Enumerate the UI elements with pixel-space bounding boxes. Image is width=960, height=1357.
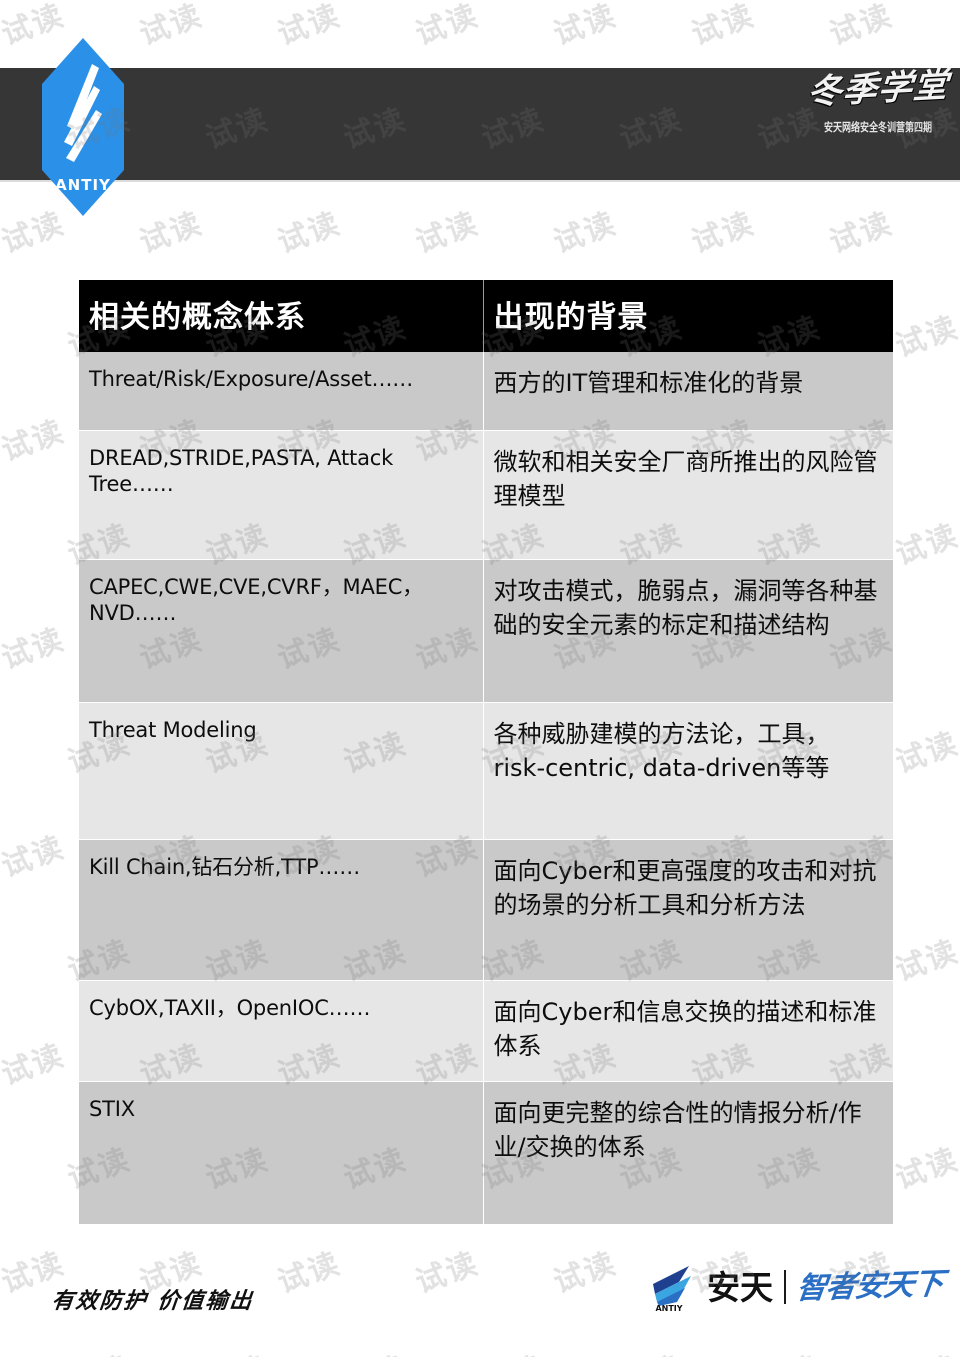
table-row: Threat Modeling 各种威胁建模的方法论，工具，risk-centr…	[79, 702, 893, 840]
watermark-text: 试读	[273, 1245, 346, 1301]
column-header-concept: 相关的概念体系	[79, 280, 484, 352]
watermark-text: 试读	[0, 1037, 70, 1093]
svg-text:ANTIY: ANTIY	[655, 1304, 682, 1312]
watermark-text: 试读	[687, 205, 760, 261]
watermark-text: 试读	[135, 0, 208, 53]
table-row: CAPEC,CWE,CVE,CVRF，MAEC，NVD…… 对攻击模式，脆弱点，…	[79, 559, 893, 703]
cell-concept: CAPEC,CWE,CVE,CVRF，MAEC，NVD……	[79, 559, 484, 703]
watermark-text: 试读	[336, 1342, 411, 1357]
watermark-text: 试读	[891, 309, 960, 365]
cell-concept: Threat/Risk/Exposure/Asset……	[79, 352, 484, 431]
cell-concept: Kill Chain,钻石分析,TTP……	[79, 839, 484, 981]
watermark-text: 试读	[549, 205, 622, 261]
watermark-text: 试读	[198, 1342, 273, 1357]
footer-slogan: 有效防护 价值输出	[50, 1288, 255, 1314]
watermark-text: 试读	[891, 517, 960, 573]
header-divider-rule	[0, 180, 960, 182]
watermark-text: 试读	[411, 1245, 484, 1301]
antiy-swoosh-icon: ANTIY	[653, 1266, 691, 1312]
watermark-text: 试读	[891, 725, 960, 781]
watermark-text: 试读	[60, 1342, 135, 1357]
cell-background: 面向Cyber和更高强度的攻击和对抗的场景的分析工具和分析方法	[483, 839, 893, 981]
watermark-text: 试读	[0, 621, 70, 677]
watermark-text: 试读	[891, 1141, 960, 1197]
watermark-text: 试读	[549, 0, 622, 53]
cell-background: 面向更完整的综合性的情报分析/作业/交换的体系	[483, 1081, 893, 1226]
watermark-text: 试读	[474, 1342, 549, 1357]
course-brand-mark: 冬季学堂 安天网络安全冬训营第四期	[806, 65, 950, 176]
watermark-text: 试读	[273, 205, 346, 261]
brand-tagline: 智者安天下	[794, 1266, 945, 1307]
watermark-text: 试读	[549, 1245, 622, 1301]
cell-background: 西方的IT管理和标准化的背景	[483, 352, 893, 431]
watermark-text: 试读	[273, 0, 346, 53]
watermark-text: 试读	[411, 205, 484, 261]
watermark-text: 试读	[825, 0, 898, 53]
watermark-text: 试读	[612, 1342, 687, 1357]
cell-concept: Threat Modeling	[79, 702, 484, 840]
watermark-text: 试读	[825, 205, 898, 261]
watermark-text: 试读	[687, 0, 760, 53]
watermark-text: 试读	[891, 933, 960, 989]
cell-background: 对攻击模式，脆弱点，漏洞等各种基础的安全元素的标定和描述结构	[483, 559, 893, 703]
cell-background: 微软和相关安全厂商所推出的风险管理模型	[483, 430, 893, 560]
brand-divider	[784, 1270, 786, 1304]
footer-brand-lockup: ANTIY 安天 智者安天下	[649, 1262, 945, 1312]
course-calligraphy-title: 冬季学堂	[805, 65, 951, 113]
table-row: Kill Chain,钻石分析,TTP…… 面向Cyber和更高强度的攻击和对抗…	[79, 839, 893, 981]
table-header-row: 相关的概念体系 出现的背景	[79, 280, 893, 352]
table-row: CybOX,TAXII，OpenIOC…… 面向Cyber和信息交换的描述和标准…	[79, 980, 893, 1083]
svg-text:ANTIY: ANTIY	[55, 176, 111, 194]
concept-system-table: 相关的概念体系 出现的背景 Threat/Risk/Exposure/Asset…	[79, 280, 893, 1226]
table-body: Threat/Risk/Exposure/Asset…… 西方的IT管理和标准化…	[79, 352, 893, 1226]
table-row: STIX 面向更完整的综合性的情报分析/作业/交换的体系	[79, 1081, 893, 1226]
watermark-text: 试读	[0, 413, 70, 469]
table-row: Threat/Risk/Exposure/Asset…… 西方的IT管理和标准化…	[79, 352, 893, 431]
cell-background: 面向Cyber和信息交换的描述和标准体系	[483, 980, 893, 1083]
cell-concept: DREAD,STRIDE,PASTA, Attack Tree……	[79, 430, 484, 560]
watermark-text: 试读	[411, 0, 484, 53]
watermark-text: 试读	[888, 1342, 960, 1357]
cell-concept: STIX	[79, 1081, 484, 1226]
antiy-logo-badge: ANTIY	[42, 38, 124, 216]
column-header-background: 出现的背景	[483, 280, 893, 352]
watermark-text: 试读	[135, 205, 208, 261]
course-subtitle: 安天网络安全冬训营第四期	[823, 122, 932, 135]
watermark-text: 试读	[750, 1342, 825, 1357]
antiy-hexagon-logo-icon: ANTIY	[42, 38, 124, 216]
brand-name-cn: 安天	[707, 1267, 773, 1307]
watermark-text: 试读	[0, 829, 70, 885]
cell-background: 各种威胁建模的方法论，工具，risk-centric, data-driven等…	[483, 702, 893, 840]
table-row: DREAD,STRIDE,PASTA, Attack Tree…… 微软和相关安…	[79, 430, 893, 560]
cell-concept: CybOX,TAXII，OpenIOC……	[79, 980, 484, 1083]
